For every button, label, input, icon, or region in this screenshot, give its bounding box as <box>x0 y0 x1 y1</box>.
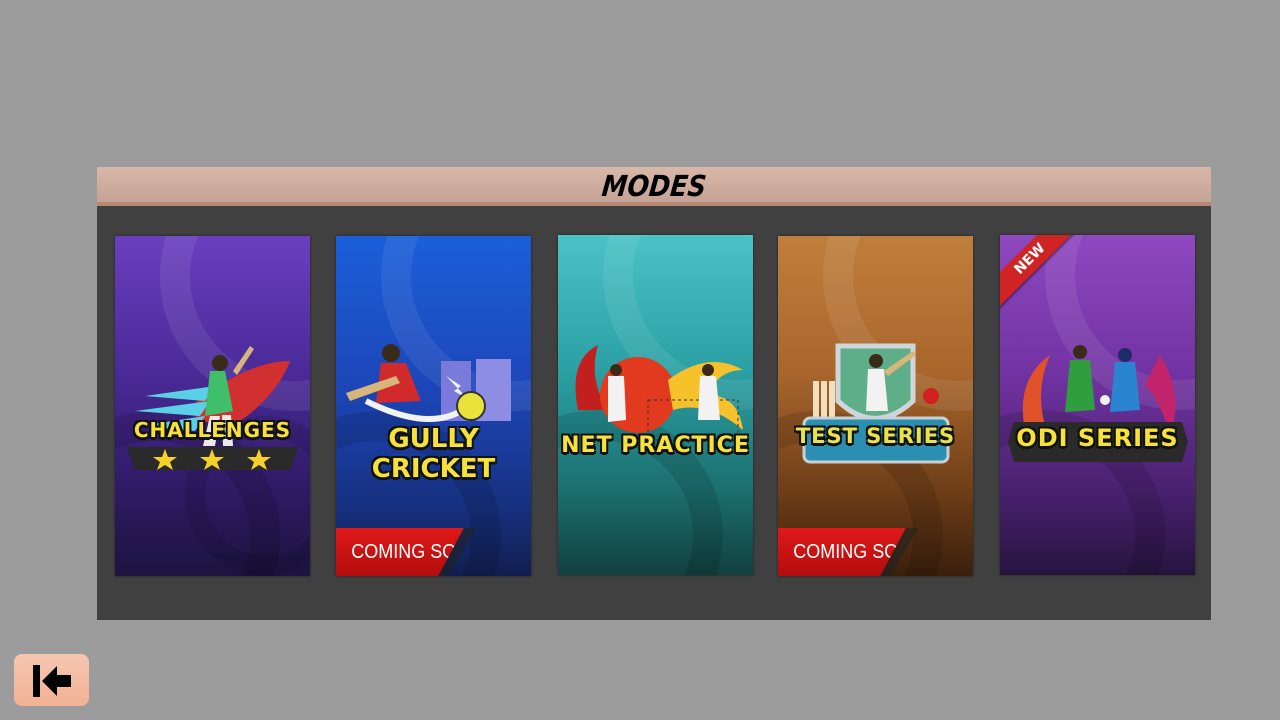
mode-card-test-series[interactable]: TEST SERIES COMING SOON <box>778 236 973 576</box>
challenges-label: CHALLENGES <box>133 418 292 442</box>
back-arrow-icon <box>33 665 71 697</box>
star-rating <box>127 447 298 470</box>
modes-header: MODES <box>97 167 1211 206</box>
test-series-label: TEST SERIES <box>795 424 956 448</box>
mode-card-odi-series[interactable]: ODI SERIES NEW <box>1000 235 1195 575</box>
gully-cricket-label: GULLY CRICKET <box>371 424 496 484</box>
odi-series-label: ODI SERIES <box>1016 424 1179 452</box>
net-practice-logo <box>568 340 743 480</box>
back-button[interactable] <box>14 654 89 706</box>
mode-card-gully-cricket[interactable]: GULLY CRICKET COMING SOON <box>336 236 531 576</box>
net-practice-label: NET PRACTICE <box>561 433 750 458</box>
modes-title: MODES <box>600 169 708 203</box>
mode-card-challenges[interactable]: CHALLENGES <box>115 236 310 576</box>
mode-card-net-practice[interactable]: NET PRACTICE <box>558 235 753 575</box>
